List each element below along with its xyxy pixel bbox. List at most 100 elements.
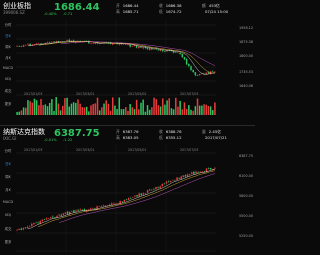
volume-bar	[48, 102, 51, 115]
candle-body	[144, 193, 147, 194]
volume-bar	[66, 97, 68, 115]
stat-time: 07/24 15:00	[205, 9, 229, 14]
candle-body	[148, 47, 151, 50]
x-axis-label: 2017/05/02	[128, 92, 146, 96]
candle-body	[102, 205, 105, 207]
chart-panel-nasdaq: 纳斯达克指数 IXIC.GI 6387.75 -0.01% -1.22 开 638…	[0, 126, 255, 255]
candle-body	[207, 72, 210, 74]
volume-bar	[205, 104, 207, 115]
volume-bar	[211, 110, 214, 115]
candle-body	[201, 171, 204, 173]
tab-volume[interactable]: 成交	[0, 88, 16, 101]
tab-weekly-k[interactable]: 周K	[0, 44, 16, 55]
index-price: 1686.44	[54, 2, 100, 13]
candle-body	[203, 171, 206, 172]
candle-body	[98, 206, 100, 207]
candle-body	[68, 39, 71, 42]
volume-bar	[129, 104, 131, 115]
candle-body	[45, 218, 48, 220]
tab-fenshi[interactable]: 分时	[0, 148, 16, 161]
volume-bar	[140, 102, 142, 115]
change-percent: -0.40%	[44, 12, 57, 16]
candle-body	[188, 63, 190, 67]
candle-body	[151, 189, 153, 191]
candle-body	[146, 190, 149, 193]
candlestick-chart[interactable]: 6387.75 6100.00 5800.00 5500.00 5250.00 2017/…	[16, 143, 255, 255]
volume-bar	[31, 102, 34, 115]
candle-body	[135, 45, 138, 48]
tab-macd[interactable]: MACD	[0, 66, 16, 77]
candle-body	[164, 50, 166, 52]
quote-header: 纳斯达克指数 IXIC.GI 6387.75 -0.01% -1.22 开 638…	[0, 126, 255, 143]
change-value: -0.71	[63, 12, 73, 16]
candle-body	[130, 197, 132, 199]
volume-bar	[183, 102, 186, 115]
candle-body	[73, 210, 75, 213]
candlestick-chart[interactable]: 1958.12 1875.38 1800.00 1735.53 1640.06 2017/…	[16, 17, 255, 126]
volume-bar	[153, 97, 155, 115]
volume-bar	[175, 97, 177, 115]
side-tabs: 分时 日K 周K 月K MACD KDJ 成交 更多	[0, 148, 16, 250]
candle-body	[25, 44, 27, 46]
tab-monthly-k[interactable]: 月K	[0, 55, 16, 66]
tab-daily-k[interactable]: 日K	[0, 161, 16, 174]
volume-bar	[90, 105, 92, 115]
candle-body	[92, 208, 94, 210]
candle-body	[56, 215, 58, 218]
y-axis-label: 1875.38	[239, 40, 253, 44]
candle-body	[138, 46, 140, 49]
candle-body	[140, 46, 142, 48]
candle-body	[119, 200, 121, 204]
volume-bar	[72, 102, 75, 115]
moving-average-line	[38, 170, 215, 227]
candle-body	[43, 219, 46, 220]
tab-kdj[interactable]: KDJ	[0, 213, 16, 226]
candle-body	[182, 175, 185, 178]
tab-volume[interactable]: 成交	[0, 226, 16, 239]
volume-bar	[131, 107, 134, 115]
candle-body	[177, 52, 179, 53]
tab-daily-k[interactable]: 日K	[0, 33, 16, 44]
tab-kdj[interactable]: KDJ	[0, 77, 16, 88]
y-axis-label: 5500.00	[239, 214, 253, 218]
candle-body	[191, 172, 193, 174]
candle-body	[153, 49, 155, 50]
volume-bar	[196, 98, 199, 115]
candle-body	[196, 75, 199, 76]
tab-more[interactable]: 更多	[0, 239, 16, 250]
candle-body	[185, 58, 188, 65]
moving-average-line	[60, 41, 216, 66]
tab-macd[interactable]: MACD	[0, 200, 16, 213]
volume-bar	[198, 105, 201, 115]
volume-bar	[111, 97, 114, 115]
candle-body	[129, 44, 131, 47]
candle-body	[26, 226, 29, 229]
tab-more[interactable]: 更多	[0, 101, 16, 111]
tab-monthly-k[interactable]: 月K	[0, 187, 16, 200]
volume-bar	[177, 106, 179, 115]
candle-body	[157, 49, 160, 51]
candle-body	[47, 217, 50, 219]
x-axis-label: 2017/07/03	[180, 92, 198, 96]
volume-bar	[25, 107, 27, 115]
volume-bar	[133, 109, 136, 115]
volume-bar	[127, 110, 129, 115]
volume-bar	[107, 103, 110, 115]
candle-body	[123, 199, 126, 202]
candle-body	[18, 228, 20, 230]
tab-fenshi[interactable]: 分时	[0, 22, 16, 33]
candle-body	[62, 213, 65, 216]
volume-bar	[103, 103, 105, 115]
volume-bar	[170, 108, 173, 115]
candle-body	[24, 227, 27, 229]
volume-bar	[159, 106, 162, 115]
volume-bar	[101, 107, 103, 115]
tab-weekly-k[interactable]: 周K	[0, 174, 16, 187]
volume-bar	[68, 106, 71, 115]
candle-body	[27, 44, 29, 45]
candle-body	[214, 71, 216, 73]
y-axis-label: 6387.75	[239, 154, 253, 158]
volume-bar	[201, 105, 203, 115]
volume-bar	[88, 111, 90, 115]
volume-bar	[29, 101, 31, 115]
